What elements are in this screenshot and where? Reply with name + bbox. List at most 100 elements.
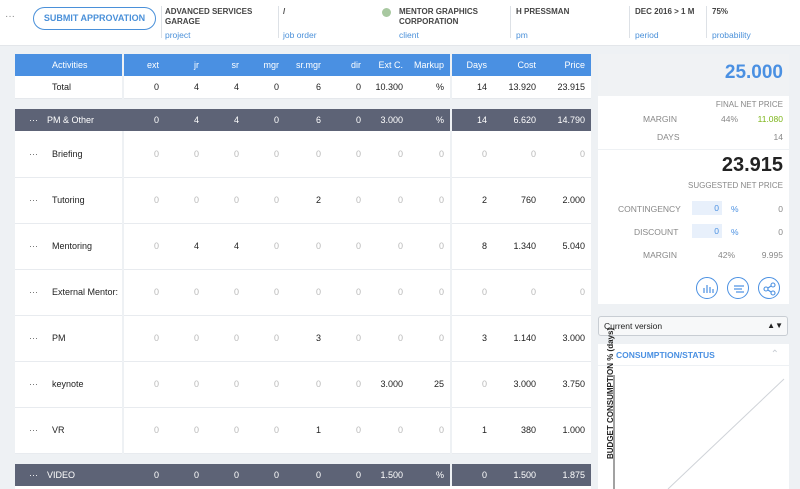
activity-cell[interactable]: 0 [165, 315, 205, 362]
row-menu-dots[interactable]: ··· [19, 333, 52, 343]
row-menu-dots[interactable]: ··· [19, 287, 52, 297]
spacer-row [15, 453, 591, 464]
col-ext-c[interactable]: Ext C. [367, 54, 409, 76]
group-row[interactable]: ··· VIDEO 0 0 0 0 0 0 1.500 % 0 1.500 1.8… [15, 464, 591, 486]
activity-cell[interactable]: 4 [205, 223, 245, 270]
activity-cell[interactable]: 0 [245, 315, 285, 362]
activity-cell[interactable]: 2 [285, 177, 327, 224]
activity-row[interactable]: ··· VR 0 0 0 0 1 0 0 0 1 380 1.000 [15, 407, 591, 454]
activity-cell[interactable]: 0 [123, 223, 165, 270]
row-menu-dots[interactable]: ··· [19, 195, 52, 205]
activity-row[interactable]: ··· PM 0 0 0 0 3 0 0 0 3 1.140 3.000 [15, 315, 591, 362]
row-menu-dots[interactable]: ··· [19, 241, 52, 251]
activity-cell[interactable]: 0 [409, 131, 452, 178]
activity-cell: 0 [451, 269, 493, 316]
col-sr[interactable]: sr [205, 54, 245, 76]
activity-cell[interactable]: 1 [285, 407, 327, 454]
col-cost[interactable]: Cost [493, 54, 542, 76]
activity-cell[interactable]: 0 [327, 223, 367, 270]
activity-cell[interactable]: 0 [367, 315, 409, 362]
activity-cell[interactable]: 0 [123, 407, 165, 454]
col-jr[interactable]: jr [165, 54, 205, 76]
activity-cell[interactable]: 0 [123, 315, 165, 362]
activity-cell[interactable]: 0 [123, 131, 165, 178]
activity-cell[interactable]: 0 [285, 361, 327, 408]
activity-cell[interactable]: 0 [123, 361, 165, 408]
activity-cell[interactable]: 4 [165, 223, 205, 270]
activity-cell[interactable]: 0 [205, 131, 245, 178]
activity-cell[interactable]: 0 [285, 131, 327, 178]
activity-cell[interactable]: 0 [205, 177, 245, 224]
activity-cell[interactable]: 0 [409, 223, 452, 270]
activity-row[interactable]: ··· Mentoring 0 4 4 0 0 0 0 0 8 1.340 5.040 [15, 223, 591, 270]
activity-cell[interactable]: 0 [327, 131, 367, 178]
activity-cell[interactable]: 0 [245, 269, 285, 316]
activity-cell[interactable]: 0 [409, 269, 452, 316]
activity-cell[interactable]: 0 [245, 223, 285, 270]
activity-cell[interactable]: 0 [245, 361, 285, 408]
activity-cell[interactable]: 0 [245, 177, 285, 224]
col-price[interactable]: Price [542, 54, 591, 76]
col-days[interactable]: Days [451, 54, 493, 76]
col-markup[interactable]: Markup [409, 54, 452, 76]
activity-cell[interactable]: 0 [165, 177, 205, 224]
activity-cell[interactable]: 0 [409, 407, 452, 454]
activity-row[interactable]: ··· keynote 0 0 0 0 0 0 3.000 25 0 3.000 3.750 [15, 361, 591, 408]
list-icon[interactable] [727, 277, 749, 299]
activity-cell[interactable]: 3 [285, 315, 327, 362]
activity-cell[interactable]: 0 [327, 269, 367, 316]
activity-cell[interactable]: 0 [285, 223, 327, 270]
group-row[interactable]: ··· PM & Other 0 4 4 0 6 0 3.000 % 14 6.6… [15, 109, 591, 131]
activity-row[interactable]: ··· Tutoring 0 0 0 0 2 0 0 0 2 760 2.000 [15, 177, 591, 224]
activity-cell[interactable]: 0 [367, 269, 409, 316]
activity-cell[interactable]: 0 [165, 269, 205, 316]
activity-cell[interactable]: 0 [409, 177, 452, 224]
row-menu-dots[interactable]: ··· [19, 425, 52, 435]
activity-cell[interactable]: 0 [205, 361, 245, 408]
activity-cell[interactable]: 0 [205, 315, 245, 362]
row-menu-dots[interactable]: ··· [19, 470, 47, 480]
row-menu-dots[interactable]: ··· [19, 149, 52, 159]
activity-cell[interactable]: 0 [367, 177, 409, 224]
discount-input[interactable]: 0 [692, 224, 722, 238]
activity-cell[interactable]: 0 [245, 131, 285, 178]
activity-cell[interactable]: 0 [367, 131, 409, 178]
activity-cell[interactable]: 0 [285, 269, 327, 316]
activity-cell[interactable]: 0 [165, 407, 205, 454]
col-sr-mgr[interactable]: sr.mgr [285, 54, 327, 76]
activity-cell[interactable]: 3.000 [367, 361, 409, 408]
activity-cell[interactable]: 0 [367, 407, 409, 454]
more-dots[interactable]: ··· [5, 11, 15, 22]
share-icon[interactable] [758, 277, 780, 299]
activity-label-cell: ··· Mentoring [15, 223, 124, 270]
chart-icon[interactable] [696, 277, 718, 299]
col-mgr[interactable]: mgr [245, 54, 285, 76]
activity-cell[interactable]: 0 [205, 269, 245, 316]
activity-cell[interactable]: 0 [123, 269, 165, 316]
final-net-price[interactable]: 25.000 [598, 54, 789, 96]
activity-cell[interactable]: 0 [123, 177, 165, 224]
margin-label: MARGIN [643, 250, 677, 260]
contingency-input[interactable]: 0 [692, 201, 722, 215]
activity-row[interactable]: ··· Briefing 0 0 0 0 0 0 0 0 0 0 0 [15, 131, 591, 178]
activity-cell[interactable]: 0 [327, 177, 367, 224]
activity-row[interactable]: ··· External Mentor: 0 0 0 0 0 0 0 0 0 0 0 [15, 269, 591, 316]
row-menu-dots[interactable]: ··· [19, 379, 52, 389]
activity-cell[interactable]: 0 [327, 361, 367, 408]
activity-cell[interactable]: 0 [367, 223, 409, 270]
version-select[interactable]: Current version ▲▼ [598, 316, 788, 336]
activity-cell[interactable]: 0 [205, 407, 245, 454]
col-dir[interactable]: dir [327, 54, 367, 76]
col-ext[interactable]: ext [123, 54, 165, 76]
chevron-up-icon[interactable]: ⌃ [771, 349, 779, 360]
activity-cell[interactable]: 25 [409, 361, 452, 408]
row-menu-dots[interactable]: ··· [19, 115, 47, 125]
activity-cell[interactable]: 0 [165, 131, 205, 178]
activity-cell[interactable]: 0 [165, 361, 205, 408]
col-activities[interactable]: Activities [15, 54, 124, 76]
activity-cell[interactable]: 0 [409, 315, 452, 362]
activity-cell[interactable]: 0 [245, 407, 285, 454]
submit-approvation-button[interactable]: SUBMIT APPROVATION [33, 7, 156, 30]
activity-cell[interactable]: 0 [327, 407, 367, 454]
activity-cell[interactable]: 0 [327, 315, 367, 362]
